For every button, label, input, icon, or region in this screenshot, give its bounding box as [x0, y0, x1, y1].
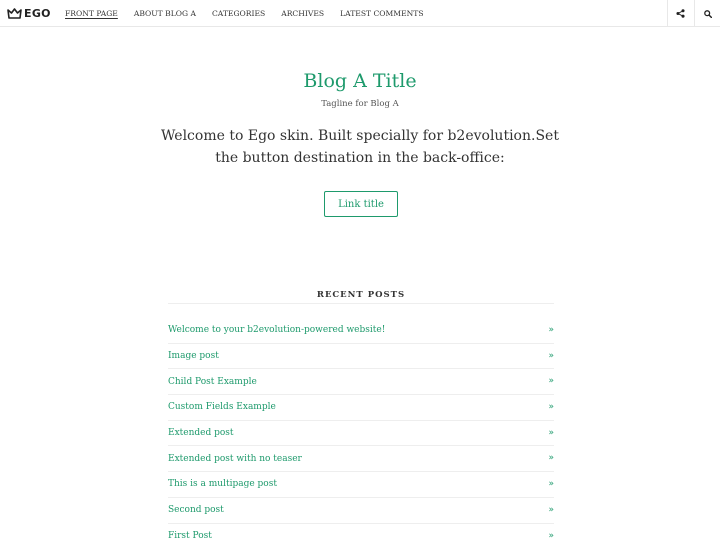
list-item[interactable]: This is a multipage post »	[168, 472, 554, 498]
double-chevron-right-icon: »	[548, 480, 554, 489]
brand-name: EGO	[24, 7, 51, 20]
link-title-button[interactable]: Link title	[324, 191, 398, 217]
post-link[interactable]: Extended post	[168, 428, 234, 438]
list-item[interactable]: Image post »	[168, 344, 554, 370]
top-navbar: EGO FRONT PAGE ABOUT BLOG A CATEGORIES A…	[0, 0, 720, 27]
double-chevron-right-icon: »	[548, 532, 554, 541]
post-link[interactable]: Welcome to your b2evolution-powered webs…	[168, 325, 385, 335]
blog-title[interactable]: Blog A Title	[0, 70, 720, 92]
list-item[interactable]: Child Post Example »	[168, 369, 554, 395]
search-button[interactable]	[694, 0, 720, 27]
nav-item-archives[interactable]: ARCHIVES	[281, 9, 324, 18]
double-chevron-right-icon: »	[548, 326, 554, 335]
post-link[interactable]: Custom Fields Example	[168, 402, 276, 412]
brand-logo[interactable]: EGO	[7, 6, 51, 21]
post-link[interactable]: Extended post with no teaser	[168, 454, 302, 464]
list-item[interactable]: Extended post »	[168, 421, 554, 447]
nav-item-categories[interactable]: CATEGORIES	[212, 9, 265, 18]
nav-item-about-blog-a[interactable]: ABOUT BLOG A	[134, 9, 196, 18]
double-chevron-right-icon: »	[548, 377, 554, 386]
double-chevron-right-icon: »	[548, 429, 554, 438]
nav-item-front-page[interactable]: FRONT PAGE	[65, 9, 118, 18]
double-chevron-right-icon: »	[548, 403, 554, 412]
nav-item-latest-comments[interactable]: LATEST COMMENTS	[340, 9, 423, 18]
post-link[interactable]: Image post	[168, 351, 219, 361]
list-item[interactable]: Custom Fields Example »	[168, 395, 554, 421]
list-item[interactable]: Welcome to your b2evolution-powered webs…	[168, 318, 554, 344]
recent-posts-list: Welcome to your b2evolution-powered webs…	[168, 318, 554, 549]
recent-posts-heading: RECENT POSTS	[168, 290, 554, 300]
blog-tagline: Tagline for Blog A	[0, 99, 720, 109]
crown-icon	[7, 8, 22, 19]
search-icon	[704, 10, 712, 18]
double-chevron-right-icon: »	[548, 454, 554, 463]
list-item[interactable]: Extended post with no teaser »	[168, 446, 554, 472]
double-chevron-right-icon: »	[548, 506, 554, 515]
post-link[interactable]: Second post	[168, 505, 224, 515]
post-link[interactable]: This is a multipage post	[168, 479, 277, 489]
double-chevron-right-icon: »	[548, 352, 554, 361]
main-menu: FRONT PAGE ABOUT BLOG A CATEGORIES ARCHI…	[57, 0, 432, 27]
recent-posts-divider	[168, 303, 554, 304]
intro-text: Welcome to Ego skin. Built specially for…	[160, 125, 560, 169]
share-icon	[676, 9, 685, 18]
list-item[interactable]: Second post »	[168, 498, 554, 524]
post-link[interactable]: Child Post Example	[168, 377, 257, 387]
list-item[interactable]: First Post »	[168, 524, 554, 549]
share-button[interactable]	[667, 0, 693, 27]
